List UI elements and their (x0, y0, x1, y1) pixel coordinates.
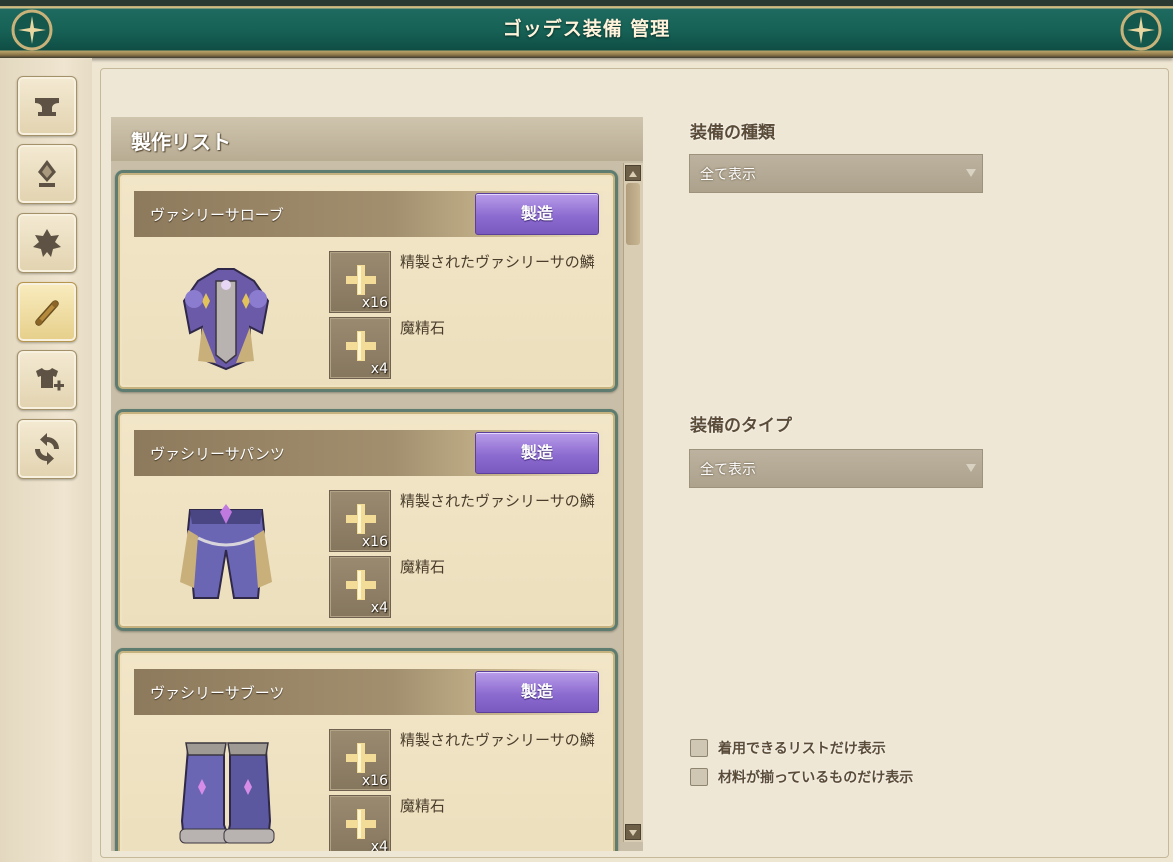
arrow-up-icon (629, 171, 637, 177)
equipment-kind-value: 全て表示 (700, 167, 756, 183)
material-quantity: x4 (370, 361, 388, 377)
equipment-type-dropdown[interactable]: 全て表示 (689, 449, 983, 488)
anvil-icon (35, 98, 59, 116)
material-quantity: x16 (361, 773, 388, 789)
equipment-kind-label: 装備の種類 (690, 123, 775, 143)
equipment-type-label: 装備のタイプ (690, 416, 792, 436)
material-name: 精製されたヴァシリーサの鱗 (400, 731, 595, 749)
scroll-icon (35, 300, 59, 326)
material-name: 精製されたヴァシリーサの鱗 (400, 253, 595, 271)
craft-item-card: ヴァシリーサローブ 製造 x16 精製されたヴァシリーサの鱗 x4 魔精石 (115, 170, 618, 392)
ornament-icon (1120, 9, 1162, 51)
craft-list: ヴァシリーサローブ 製造 x16 精製されたヴァシリーサの鱗 x4 魔精石 ヴァ… (111, 161, 643, 851)
chevron-down-icon (966, 169, 976, 177)
tool-button-leaf[interactable] (17, 213, 77, 273)
tool-button-armor-add[interactable] (17, 350, 77, 410)
arrow-down-icon (629, 830, 637, 836)
refresh-icon (35, 433, 59, 465)
material-slot[interactable]: x4 (329, 795, 391, 851)
equipment-type-value: 全て表示 (700, 462, 756, 478)
plus-icon (346, 265, 376, 295)
tool-button-crystal[interactable] (17, 144, 77, 204)
craft-item-name: ヴァシリーサブーツ (150, 684, 285, 702)
craft-item-name: ヴァシリーサローブ (150, 206, 284, 224)
material-slot[interactable]: x16 (329, 251, 391, 313)
material-quantity: x16 (361, 295, 388, 311)
chevron-down-icon (966, 464, 976, 472)
tool-button-refresh[interactable] (17, 419, 77, 479)
crystal-icon (38, 160, 56, 187)
pants-icon (180, 504, 272, 599)
material-slot[interactable]: x16 (329, 729, 391, 791)
material-name: 魔精石 (400, 797, 446, 815)
plus-icon (346, 743, 376, 773)
wearable-only-label[interactable]: 着用できるリストだけ表示 (718, 738, 886, 758)
materials-ready-label[interactable]: 材料が揃っているものだけ表示 (718, 767, 913, 787)
craft-button[interactable]: 製造 (475, 671, 599, 713)
craft-button[interactable]: 製造 (475, 193, 599, 235)
boots-icon (179, 742, 275, 844)
material-quantity: x4 (370, 839, 388, 851)
tool-button-anvil[interactable] (17, 76, 77, 136)
material-quantity: x16 (361, 534, 388, 550)
material-slot[interactable]: x16 (329, 490, 391, 552)
materials-ready-checkbox[interactable] (690, 768, 708, 786)
scroll-thumb[interactable] (626, 183, 640, 245)
material-slot[interactable]: x4 (329, 556, 391, 618)
scroll-down-button[interactable] (625, 824, 641, 840)
craft-item-card: ヴァシリーサブーツ 製造 x16 精製されたヴァシリーサの鱗 x4 魔精石 (115, 648, 618, 851)
craft-list-title: 製作リスト (131, 130, 231, 154)
plus-icon (346, 504, 376, 534)
robe-icon (182, 268, 270, 371)
plus-icon (346, 570, 376, 600)
craft-item-card: ヴァシリーサパンツ 製造 x16 精製されたヴァシリーサの鱗 x4 魔精石 (115, 409, 618, 631)
craft-list-scrollbar[interactable] (623, 163, 643, 842)
scroll-up-button[interactable] (625, 165, 641, 181)
tool-sidebar (0, 58, 92, 862)
armor-add-icon (36, 368, 64, 391)
material-name: 精製されたヴァシリーサの鱗 (400, 492, 595, 510)
material-slot[interactable]: x4 (329, 317, 391, 379)
material-name: 魔精石 (400, 319, 446, 337)
wearable-only-checkbox[interactable] (690, 739, 708, 757)
leaf-icon (33, 229, 61, 257)
craft-item-name: ヴァシリーサパンツ (150, 445, 285, 463)
tool-button-scroll[interactable] (17, 282, 77, 342)
window-title: ゴッデス装備 管理 (502, 18, 671, 40)
craft-list-header: 製作リスト (111, 117, 643, 163)
plus-icon (346, 809, 376, 839)
material-name: 魔精石 (400, 558, 446, 576)
equipment-kind-dropdown[interactable]: 全て表示 (689, 154, 983, 193)
title-bar: ゴッデス装備 管理 (0, 0, 1173, 58)
material-quantity: x4 (370, 600, 388, 616)
craft-button[interactable]: 製造 (475, 432, 599, 474)
plus-icon (346, 331, 376, 361)
